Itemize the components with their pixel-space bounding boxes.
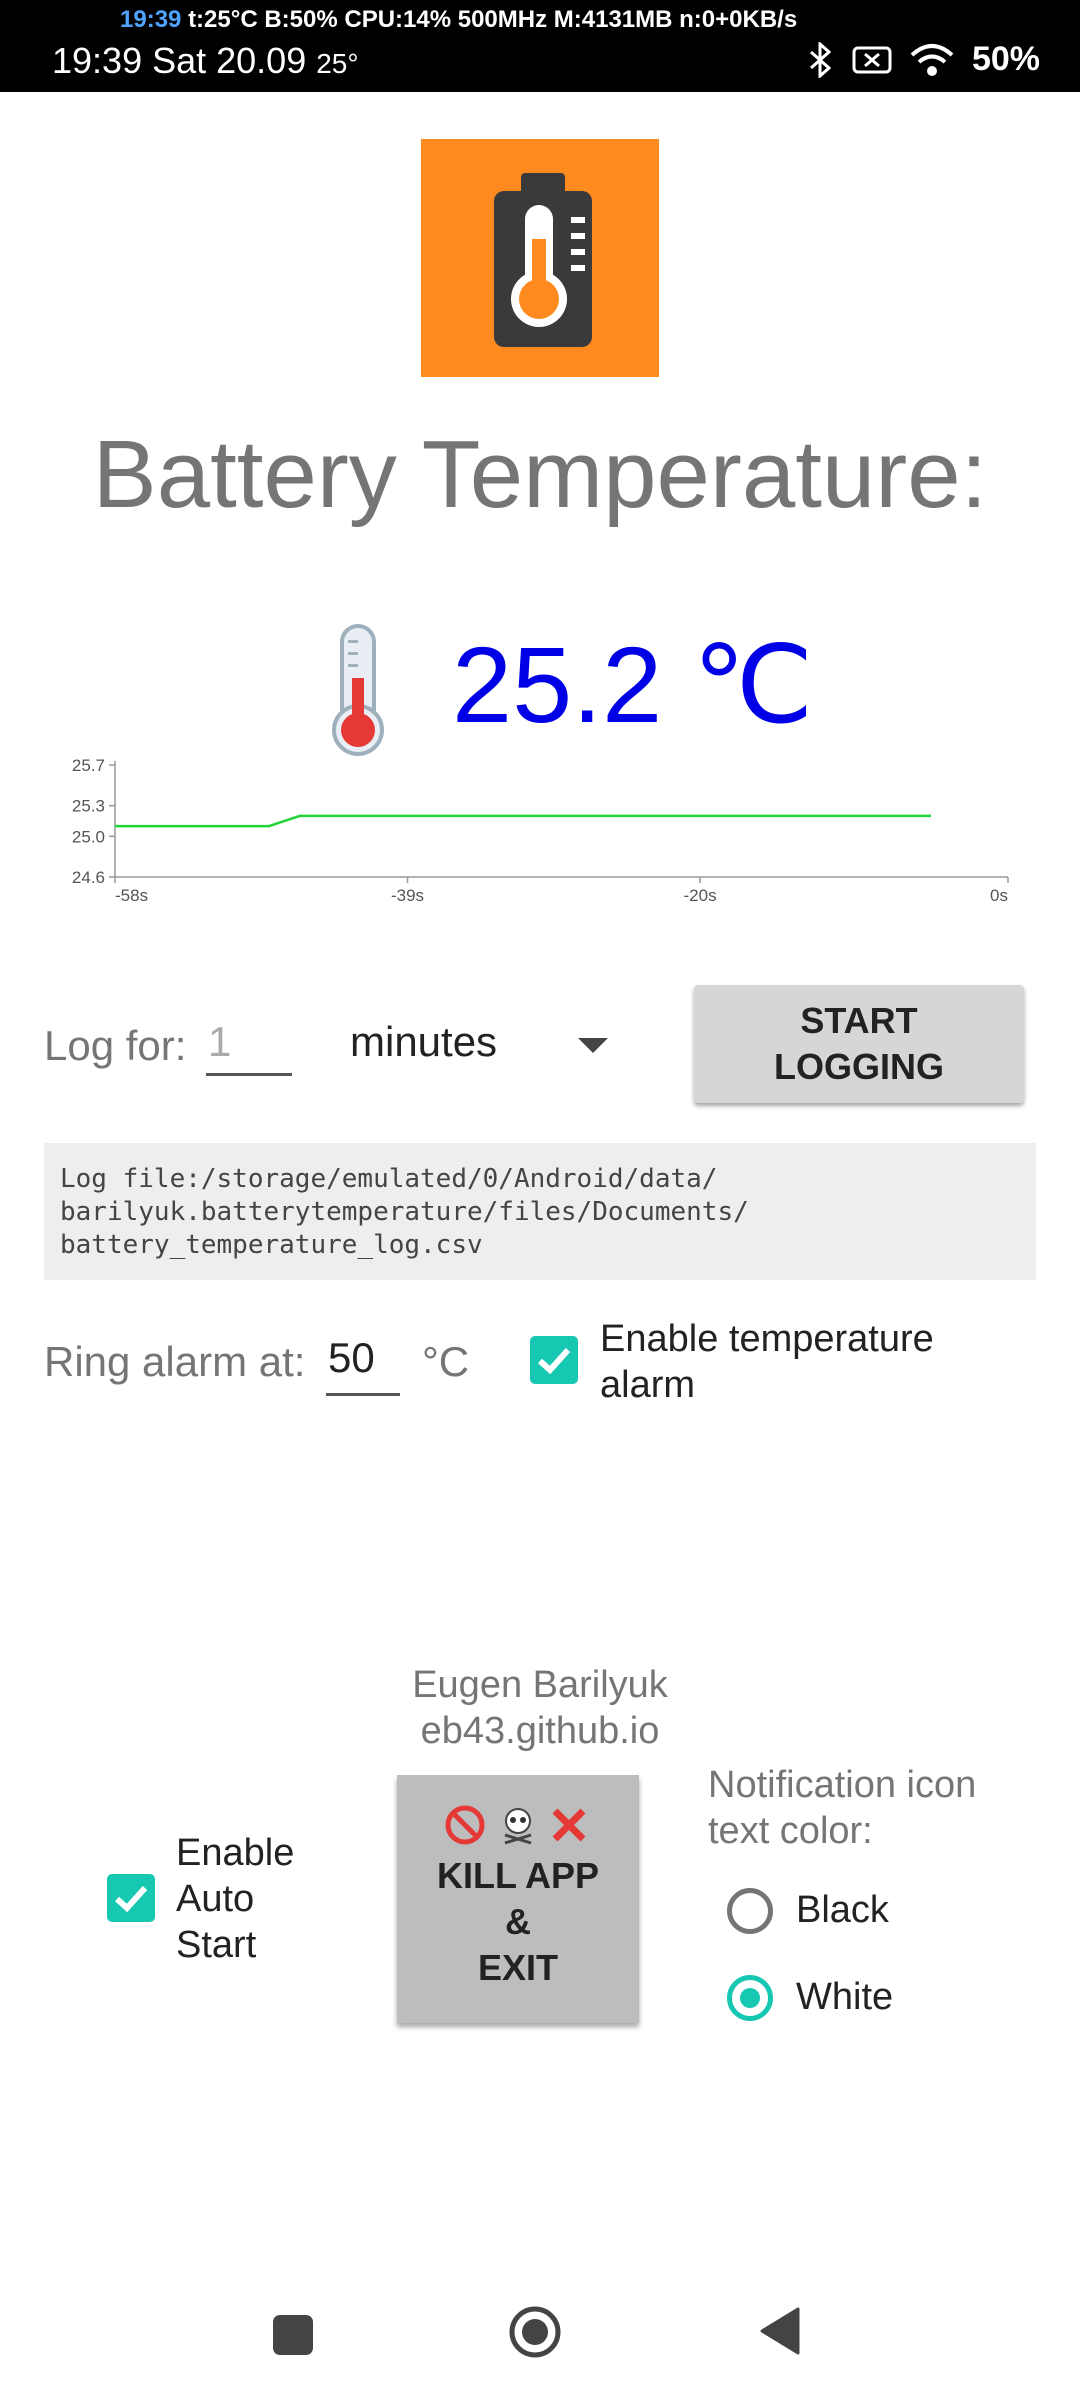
radio-white-label[interactable]: White [796,1976,893,2019]
status-temp-badge: 25° [316,48,359,79]
status-clock-text: 19:39 Sat 20.09 [52,40,307,81]
temperature-value: 25.2 ℃ [452,624,814,745]
status-stats: 19:39 t:25°C B:50% CPU:14% 500MHz M:4131… [120,6,797,34]
app-logo [421,139,659,377]
alarm-label: Ring alarm at: [44,1338,306,1385]
radio-black-label[interactable]: Black [796,1889,889,1932]
battery-thermometer-icon [494,173,592,347]
log-unit-value: minutes [350,1018,498,1065]
author-website[interactable]: eb43.github.io [380,1708,700,1754]
radio-white[interactable] [727,1975,773,2021]
author-name: Eugen Barilyuk [412,1664,668,1706]
log-file-path: Log file:/storage/emulated/0/Android/dat… [44,1143,1036,1280]
chart-y-tick-label: 25.3 [72,797,105,816]
enable-alarm-checkbox[interactable] [530,1336,578,1384]
chart-x-tick-label: -20s [684,886,717,905]
chart-x-tick-label: 0s [990,886,1008,905]
alarm-threshold-input[interactable]: 50 [326,1334,400,1396]
dropdown-arrow-icon[interactable] [578,1038,608,1053]
autostart-checkbox[interactable] [107,1874,155,1922]
kill-app-label: KILL APP & EXIT [436,1855,600,1988]
chart-x-tick-label: -58s [115,886,148,905]
kill-app-button[interactable]: KILL APP & EXIT [397,1775,639,2023]
alarm-unit: °C [422,1338,470,1385]
skull-icon [504,1808,532,1845]
chart-y-tick-label: 24.6 [72,868,105,887]
enable-alarm-label[interactable]: Enable temperature alarm [600,1316,1020,1408]
checkmark-icon [537,1347,571,1375]
temperature-chart: 25.7 25.3 25.0 24.6 -58s -39s -20s 0s [72,756,1009,905]
autostart-label[interactable]: Enable Auto Start [176,1830,326,1968]
status-clock: 19:39 Sat 20.09 25° [52,40,359,82]
battery-percent: 50% [971,40,1040,78]
prohibited-icon [445,1805,485,1845]
status-top-time: 19:39 [120,6,182,33]
chart-temperature-line [115,814,931,828]
author-info: Eugen Barilyuk eb43.github.io [380,1662,700,1754]
log-for-label: Log for: [44,1022,187,1069]
thermometer-icon [318,620,398,760]
chart-y-tick-label: 25.7 [72,756,105,775]
page-title: Battery Temperature: [92,421,988,528]
notification-color-label: Notification icon text color: [708,1764,977,1852]
wifi-icon [910,43,954,77]
no-sim-icon [852,45,892,75]
log-duration-input[interactable]: 1 [206,1018,292,1076]
radio-black[interactable] [727,1888,773,1934]
status-icons: 50% [808,40,1040,79]
chart-x-tick-label: -39s [391,886,424,905]
checkmark-icon [114,1885,148,1913]
start-logging-button[interactable]: START LOGGING [694,985,1024,1103]
status-stats-text: t:25°C B:50% CPU:14% 500MHz M:4131MB n:0… [188,6,798,33]
radio-selected-dot [740,1988,760,2008]
status-bar: 19:39 t:25°C B:50% CPU:14% 500MHz M:4131… [0,0,1080,92]
bluetooth-icon [808,41,834,78]
home-icon[interactable] [508,2305,562,2359]
chart-y-tick-label: 25.0 [72,827,105,846]
recents-icon[interactable] [273,2315,313,2355]
cross-icon [552,1808,586,1842]
kill-icons [397,1803,639,1852]
back-icon[interactable] [760,2307,800,2355]
